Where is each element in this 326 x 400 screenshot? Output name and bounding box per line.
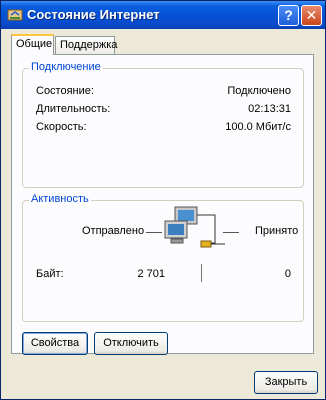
sent-line [146, 232, 162, 233]
bytes-sent-value: 2 701 [137, 268, 165, 280]
properties-button[interactable]: Свойства [22, 332, 88, 355]
network-activity-icon [164, 206, 225, 248]
duration-value: 02:13:31 [248, 103, 291, 115]
sent-label: Отправлено [82, 225, 145, 237]
tab-general[interactable]: Общие [11, 34, 54, 55]
bytes-separator [201, 264, 202, 282]
status-label: Состояние: [36, 85, 94, 97]
received-line [223, 232, 239, 233]
activity-group: Активность Отправлено Принято Байт: 2 70… [22, 193, 304, 322]
speed-label: Скорость: [36, 121, 87, 133]
connection-group: Подключение Состояние: Подключено Длител… [22, 61, 304, 188]
help-button[interactable]: ? [278, 5, 299, 26]
window-title: Состояние Интернет [27, 7, 160, 22]
bytes-label: Байт: [36, 268, 64, 280]
speed-value: 100.0 Мбит/с [225, 121, 291, 133]
duration-label: Длительность: [36, 103, 111, 115]
dialog-window: Состояние Интернет ? ✕ Общие Поддержка П… [0, 0, 326, 400]
activity-group-title: Активность [29, 193, 91, 205]
close-window-button[interactable]: ✕ [301, 5, 322, 26]
close-button[interactable]: Закрыть [254, 371, 318, 394]
tab-support[interactable]: Поддержка [55, 36, 117, 54]
status-value: Подключено [227, 85, 291, 97]
connection-group-title: Подключение [29, 61, 103, 73]
disconnect-button[interactable]: Отключить [94, 332, 168, 355]
tab-panel-general: Подключение Состояние: Подключено Длител… [11, 54, 314, 355]
bytes-received-value: 0 [284, 268, 291, 280]
received-label: Принято [255, 225, 299, 237]
network-connection-icon [7, 9, 23, 21]
title-bar[interactable]: Состояние Интернет ? ✕ [1, 1, 325, 29]
